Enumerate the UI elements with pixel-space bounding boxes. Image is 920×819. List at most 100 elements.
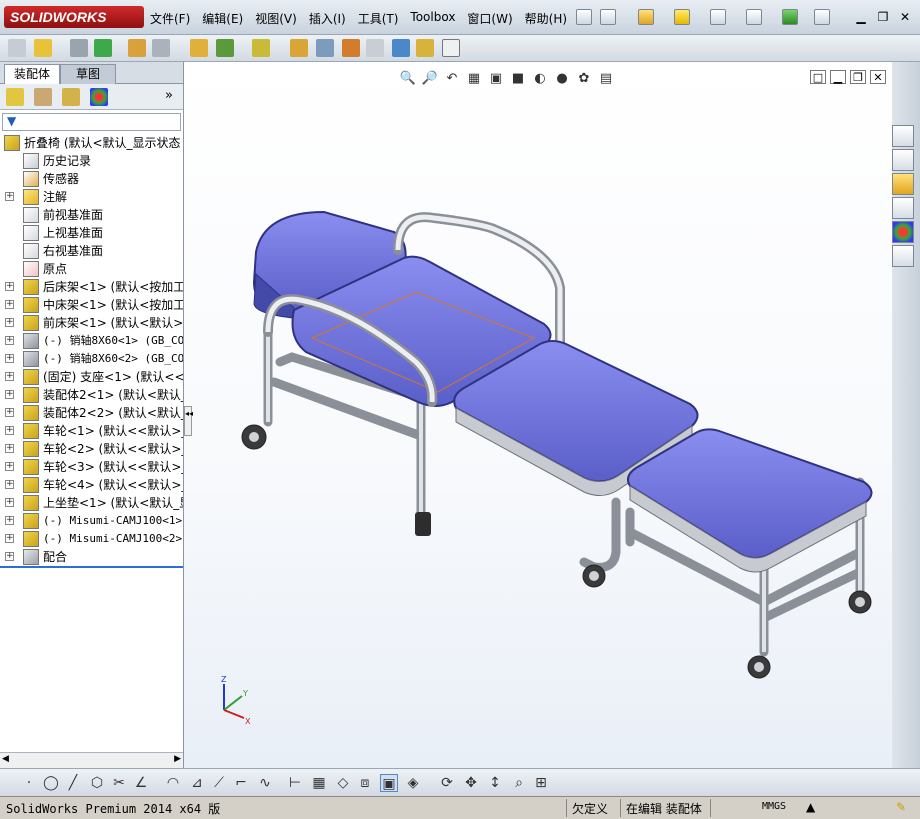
- tree-item[interactable]: + (-) 销轴8X60<2> (GB_CON: [0, 350, 183, 368]
- menu-tools[interactable]: 工具(T): [358, 10, 399, 27]
- move-icon[interactable]: ✥: [462, 774, 480, 792]
- tree-item[interactable]: + (固定) 支座<1> (默认<<默: [0, 368, 183, 386]
- display-style-icon[interactable]: ■: [508, 70, 528, 88]
- smart-dimension-icon[interactable]: ◇: [334, 774, 352, 792]
- expand-toggle-icon[interactable]: +: [5, 498, 14, 507]
- expand-toggle-icon[interactable]: +: [5, 336, 14, 345]
- menu-help[interactable]: 帮助(H): [525, 10, 567, 27]
- display-manager-icon[interactable]: [90, 88, 108, 106]
- axis-icon[interactable]: ↕: [486, 774, 504, 792]
- explode-line-sketch-icon[interactable]: [366, 39, 384, 57]
- polygon-icon[interactable]: ⬡: [88, 774, 106, 792]
- point-icon[interactable]: ·: [20, 774, 38, 792]
- instant3d-icon[interactable]: [442, 39, 460, 57]
- menu-file[interactable]: 文件(F): [150, 10, 190, 27]
- restore-icon[interactable]: ❐: [874, 10, 892, 25]
- extend-icon[interactable]: ∠: [132, 774, 150, 792]
- apply-scene-icon[interactable]: ✿: [574, 70, 594, 88]
- viewport-minimize-icon[interactable]: ▁: [830, 70, 846, 84]
- expand-toggle-icon[interactable]: +: [5, 390, 14, 399]
- grid-icon[interactable]: ▦: [310, 774, 328, 792]
- status-help-icon[interactable]: ✎: [896, 800, 906, 814]
- menu-toolbox[interactable]: Toolbox: [410, 10, 455, 27]
- zoom-to-area-icon[interactable]: 🔎: [420, 70, 440, 88]
- tab-sketch[interactable]: 草图: [60, 64, 116, 84]
- corner-icon[interactable]: ⌐: [232, 774, 250, 792]
- display-mode-icon[interactable]: ◈: [404, 774, 422, 792]
- status-units[interactable]: MMGS: [762, 801, 786, 812]
- scroll-left-icon[interactable]: ◀: [2, 754, 9, 764]
- tree-item[interactable]: + 车轮<3> (默认<<默认>_显: [0, 458, 183, 476]
- viewport-menu-icon[interactable]: □: [810, 70, 826, 84]
- feature-manager-icon[interactable]: [6, 88, 24, 106]
- graphics-area[interactable]: Z Y X ◂◂: [184, 62, 892, 768]
- expand-toggle-icon[interactable]: +: [5, 192, 14, 201]
- new-motion-study-icon[interactable]: [290, 39, 308, 57]
- menu-view[interactable]: 视图(V): [255, 10, 297, 27]
- design-library-icon[interactable]: [892, 149, 914, 171]
- edit-appearance-icon[interactable]: ●: [552, 70, 572, 88]
- pin-icon[interactable]: [576, 9, 592, 25]
- new-part-icon[interactable]: [34, 39, 52, 57]
- solidworks-resources-icon[interactable]: [892, 125, 914, 147]
- print-icon[interactable]: [710, 9, 726, 25]
- tree-item[interactable]: + 中床架<1> (默认<按加工>: [0, 296, 183, 314]
- file-explorer-icon[interactable]: [892, 173, 914, 195]
- expand-toggle-icon[interactable]: +: [5, 426, 14, 435]
- spline-icon[interactable]: ∿: [256, 774, 274, 792]
- expand-toggle-icon[interactable]: +: [5, 480, 14, 489]
- menu-insert[interactable]: 插入(I): [309, 10, 346, 27]
- table-icon[interactable]: ⊞: [532, 774, 550, 792]
- tree-filter[interactable]: ▼: [2, 113, 181, 131]
- tree-item[interactable]: + 注解: [0, 188, 183, 206]
- minimize-icon[interactable]: ▁: [852, 10, 870, 25]
- view-settings-icon[interactable]: ▤: [596, 70, 616, 88]
- tree-item[interactable]: + 装配体2<2> (默认<默认_显: [0, 404, 183, 422]
- previous-view-icon[interactable]: ↶: [442, 70, 462, 88]
- expand-arrows-icon[interactable]: »: [165, 88, 173, 103]
- zoom-to-fit-icon[interactable]: 🔍: [398, 70, 418, 88]
- tree-item[interactable]: + 上坐垫<1> (默认<默认_显: [0, 494, 183, 512]
- horizontal-scrollbar[interactable]: ◀ ▶: [0, 752, 183, 768]
- hide-show-items-icon[interactable]: ◐: [530, 70, 550, 88]
- viewport-close-icon[interactable]: ✕: [870, 70, 886, 84]
- appearances-icon[interactable]: [892, 221, 914, 243]
- units-dropdown-icon[interactable]: ▲: [806, 800, 815, 814]
- configuration-manager-icon[interactable]: [62, 88, 80, 106]
- scroll-right-icon[interactable]: ▶: [174, 754, 181, 764]
- expand-toggle-icon[interactable]: +: [5, 444, 14, 453]
- menu-window[interactable]: 窗口(W): [467, 10, 512, 27]
- viewport-restore-icon[interactable]: ❐: [850, 70, 866, 84]
- line-icon[interactable]: ╱: [64, 774, 82, 792]
- tree-item[interactable]: + 车轮<2> (默认<<默认>_显: [0, 440, 183, 458]
- view-palette-icon[interactable]: [892, 197, 914, 219]
- tree-item[interactable]: 传感器: [0, 170, 183, 188]
- tree-item[interactable]: + 车轮<4> (默认<<默认>_显: [0, 476, 183, 494]
- offset-icon[interactable]: ⟋: [210, 774, 228, 792]
- new-document-icon[interactable]: [600, 9, 616, 25]
- expand-toggle-icon[interactable]: +: [5, 534, 14, 543]
- clearance-verification-icon[interactable]: [416, 39, 434, 57]
- tree-item[interactable]: + (-) 销轴8X60<1> (GB_CON: [0, 332, 183, 350]
- rotate-icon[interactable]: ⟳: [438, 774, 456, 792]
- expand-toggle-icon[interactable]: +: [5, 516, 14, 525]
- smart-fasteners-icon[interactable]: [128, 39, 146, 57]
- tree-item[interactable]: 右视基准面: [0, 242, 183, 260]
- close-icon[interactable]: ✕: [896, 10, 914, 25]
- tree-item[interactable]: 前视基准面: [0, 206, 183, 224]
- tree-item[interactable]: + 车轮<1> (默认<<默认>_显: [0, 422, 183, 440]
- section-view-icon[interactable]: ▦: [464, 70, 484, 88]
- tree-item[interactable]: + 装配体2<1> (默认<默认_显: [0, 386, 183, 404]
- show-hidden-icon[interactable]: [190, 39, 208, 57]
- tree-item[interactable]: + 前床架<1> (默认<默认>_: [0, 314, 183, 332]
- tree-item[interactable]: 上视基准面: [0, 224, 183, 242]
- warning-icon[interactable]: [674, 9, 690, 25]
- tab-assembly[interactable]: 装配体: [4, 64, 60, 84]
- panel-collapse-handle[interactable]: ◂◂: [184, 406, 193, 436]
- filter-icon[interactable]: ▼: [7, 114, 16, 128]
- tree-root-item[interactable]: 折叠椅 (默认<默认_显示状态: [0, 134, 183, 152]
- shaded-display-icon[interactable]: ▣: [380, 774, 398, 792]
- insert-component-icon[interactable]: [8, 39, 26, 57]
- mirror-icon[interactable]: ⊿: [188, 774, 206, 792]
- circle-icon[interactable]: ◯: [42, 774, 60, 792]
